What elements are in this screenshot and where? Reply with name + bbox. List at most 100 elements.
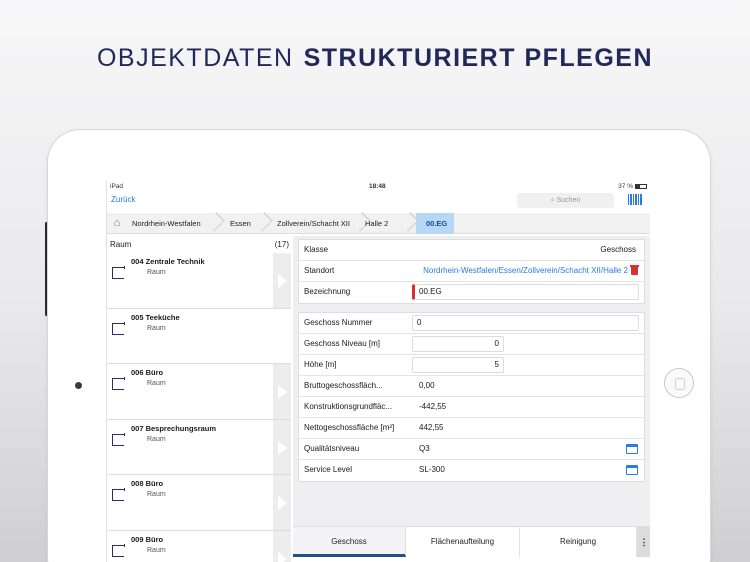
disclosure-arrow-icon[interactable]	[273, 530, 291, 562]
breadcrumb-separator	[211, 213, 219, 234]
geschoss-niveau-input[interactable]: 0	[412, 336, 504, 352]
field-brutto: Bruttogeschossfläch... 0,00	[299, 376, 644, 397]
breadcrumb-item-region[interactable]: Nordrhein-Westfalen	[132, 213, 201, 234]
field-value: 0,00	[419, 381, 435, 390]
list-item[interactable]: 006 Büro Raum	[107, 364, 291, 420]
ipad-camera	[75, 382, 82, 389]
room-type: Raum	[147, 546, 166, 554]
list-item[interactable]: 005 Teeküche Raum	[107, 309, 291, 364]
room-name: 009 Büro	[131, 534, 164, 544]
field-label: Service Level	[304, 465, 353, 474]
tab-flaechenaufteilung[interactable]: Flächenaufteilung	[406, 527, 520, 557]
disclosure-arrow-icon[interactable]	[273, 364, 291, 419]
disclosure-arrow-icon[interactable]	[273, 253, 291, 308]
field-label: Geschoss Nummer	[304, 318, 373, 327]
field-standort[interactable]: Standort Nordrhein-Westfalen/Essen/Zollv…	[299, 261, 644, 282]
identity-card: Klasse Geschoss Standort Nordrhein-Westf…	[298, 239, 645, 304]
room-name: 007 Besprechungsraum	[131, 423, 217, 433]
nav-bar: Zurück ⌕ Suchen	[107, 192, 650, 212]
field-label: Qualitätsniveau	[304, 444, 360, 453]
trash-icon[interactable]	[630, 265, 639, 275]
battery-icon	[635, 184, 647, 189]
room-name: 006 Büro	[131, 368, 164, 377]
field-bezeichnung: Bezeichnung 00.EG	[299, 282, 644, 303]
geschoss-nummer-input[interactable]: 0	[412, 315, 639, 331]
app-screen: iPad 18:48 37 % Zurück ⌕ Suchen ⌂ Nordrh…	[106, 180, 650, 562]
field-label: Standort	[304, 266, 335, 275]
field-label: Konstruktionsgrundfläc...	[304, 402, 393, 411]
disclosure-arrow-icon[interactable]	[273, 475, 291, 530]
location-link[interactable]: Nordrhein-Westfalen/Essen/Zollverein/Sch…	[412, 261, 628, 281]
field-service-level[interactable]: Service Level SL-300	[299, 460, 644, 481]
field-value: -442,55	[419, 402, 447, 411]
list-item[interactable]: 009 Büro Raum	[107, 530, 291, 562]
field-label: Geschoss Niveau [m]	[304, 339, 381, 348]
headline: OBJEKTDATEN STRUKTURIERT PFLEGEN	[0, 44, 750, 73]
breadcrumb-separator	[405, 213, 413, 234]
field-label: Klasse	[304, 245, 329, 254]
device-label: iPad	[110, 183, 124, 190]
list-item[interactable]: 007 Besprechungsraum Raum	[107, 419, 291, 475]
field-konstruktion: Konstruktionsgrundfläc... -442,55	[299, 397, 644, 418]
room-type: Raum	[147, 269, 166, 276]
room-icon	[112, 488, 125, 501]
field-geschoss-nummer: Geschoss Nummer 0	[299, 313, 644, 334]
room-icon	[112, 321, 125, 335]
tab-geschoss[interactable]: Geschoss	[293, 527, 406, 557]
field-value: Q3	[419, 444, 430, 453]
room-name: 005 Teeküche	[131, 312, 180, 322]
field-klasse: Klasse Geschoss	[299, 240, 644, 261]
room-icon	[112, 543, 125, 557]
room-icon	[112, 266, 125, 279]
tab-reinigung[interactable]: Reinigung	[520, 527, 637, 557]
battery-indicator: 37 %	[618, 183, 647, 190]
status-bar: iPad 18:48 37 %	[107, 180, 650, 192]
barcode-scan-icon[interactable]	[628, 194, 643, 205]
room-name: 008 Büro	[131, 479, 164, 488]
building-icon: ⌂	[113, 217, 121, 229]
disclosure-arrow-icon[interactable]	[273, 419, 291, 474]
hoehe-input[interactable]: 5	[412, 357, 504, 373]
field-value: Geschoss	[600, 245, 636, 254]
catalog-picker-icon[interactable]	[626, 444, 638, 454]
room-type: Raum	[147, 324, 166, 332]
room-list: 004 Zentrale Technik Raum 005 Teeküche R…	[107, 253, 291, 562]
more-options-icon[interactable]: ⋮	[637, 527, 650, 557]
field-geschoss-niveau: Geschoss Niveau [m] 0	[299, 334, 644, 355]
field-label: Bezeichnung	[304, 287, 351, 296]
ipad-home-button	[664, 368, 694, 398]
room-icon	[112, 432, 125, 446]
headline-light: OBJEKTDATEN	[96, 44, 294, 72]
field-hoehe: Höhe [m] 5	[299, 355, 644, 376]
field-value: 442,55	[419, 423, 444, 432]
search-placeholder: Suchen	[556, 197, 581, 204]
catalog-picker-icon[interactable]	[626, 465, 638, 475]
list-item[interactable]: 004 Zentrale Technik Raum	[107, 253, 291, 309]
field-value: SL-300	[419, 465, 445, 474]
headline-bold: STRUKTURIERT PFLEGEN	[303, 44, 654, 72]
field-label: Bruttogeschossfläch...	[304, 381, 383, 390]
field-qualitaet[interactable]: Qualitätsniveau Q3	[299, 439, 644, 460]
field-label: Höhe [m]	[304, 360, 337, 369]
room-type: Raum	[147, 491, 166, 498]
breadcrumb-item-site[interactable]: Zollverein/Schacht XII	[277, 213, 350, 234]
breadcrumb-item-city[interactable]: Essen	[230, 213, 251, 234]
status-time: 18:48	[369, 183, 386, 190]
breadcrumb-item-building[interactable]: Halle 2	[365, 213, 388, 234]
search-field[interactable]: ⌕ Suchen	[517, 193, 614, 208]
bezeichnung-input[interactable]: 00.EG	[412, 284, 639, 300]
field-netto: Nettogeschossfläche [m²] 442,55	[299, 418, 644, 439]
detail-panel: Klasse Geschoss Standort Nordrhein-Westf…	[293, 236, 650, 562]
location-text: Nordrhein-Westfalen/Essen/Zollverein/Sch…	[423, 266, 628, 275]
breadcrumb-separator	[357, 213, 365, 234]
tab-bar: Geschoss Flächenaufteilung Reinigung ⋮	[293, 526, 650, 562]
breadcrumb-item-floor[interactable]: 00.EG	[416, 213, 455, 234]
back-button[interactable]: Zurück	[111, 195, 135, 204]
room-type: Raum	[147, 435, 166, 443]
field-label: Nettogeschossfläche [m²]	[304, 423, 395, 432]
room-icon	[112, 377, 125, 390]
list-item[interactable]: 008 Büro Raum	[107, 475, 291, 531]
room-list-title: Raum	[110, 240, 132, 249]
room-list-count: (17)	[274, 240, 289, 249]
battery-percent: 37 %	[618, 183, 633, 190]
